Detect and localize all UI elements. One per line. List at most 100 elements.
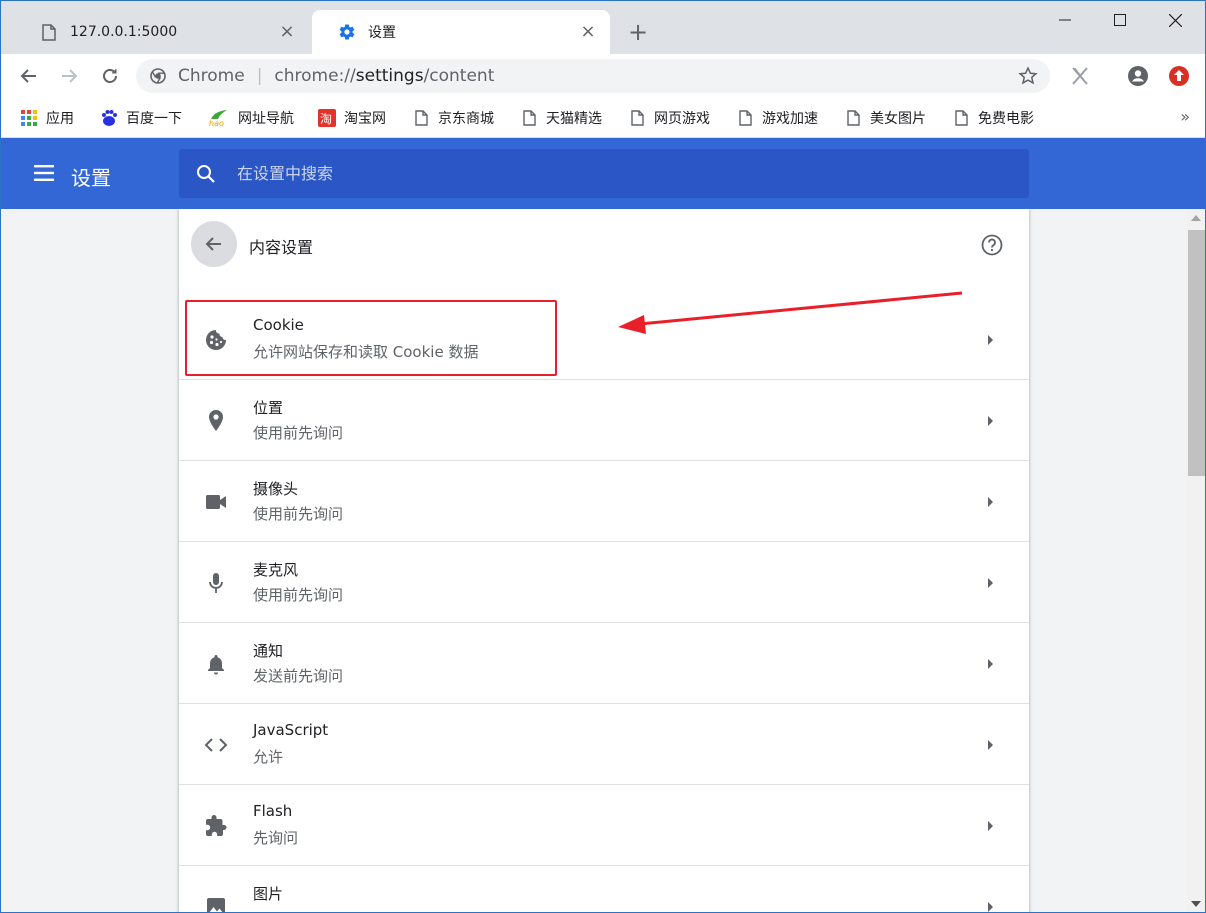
- bookmark-label: 百度一下: [126, 111, 182, 127]
- bookmark-label: 京东商城: [438, 111, 494, 127]
- apps-grid-icon: [20, 109, 38, 127]
- menu-icon[interactable]: [34, 165, 56, 183]
- setting-row-notifications[interactable]: 通知 发送前先询问: [179, 623, 1029, 704]
- help-icon[interactable]: [981, 234, 1003, 256]
- setting-title: Flash: [253, 802, 293, 820]
- back-arrow-icon[interactable]: [15, 62, 43, 90]
- url-text[interactable]: chrome://settings/content: [274, 66, 494, 86]
- page-title: 内容设置: [249, 238, 314, 257]
- forward-arrow-icon[interactable]: [55, 62, 83, 90]
- page-icon: [40, 23, 58, 41]
- arrow-right-icon: [985, 656, 995, 670]
- vertical-scrollbar[interactable]: [1187, 209, 1206, 913]
- browser-toolbar: Chrome | chrome://settings/content: [0, 54, 1206, 99]
- settings-content: 内容设置 Cookie 允许网站保存和读取 Cookie 数据 位置 使用前先询…: [0, 209, 1187, 913]
- back-button[interactable]: [191, 221, 237, 267]
- close-tab-icon[interactable]: ×: [580, 23, 596, 41]
- subpage-header: 内容设置: [179, 209, 1029, 279]
- tab-localhost[interactable]: 127.0.0.1:5000 ×: [14, 10, 309, 54]
- bookmark-label: 天猫精选: [546, 111, 602, 127]
- taobao-icon: 淘: [318, 109, 336, 127]
- gear-icon: [338, 23, 356, 41]
- bookmark-pictures[interactable]: 美女图片: [844, 108, 926, 128]
- svg-text:hao: hao: [209, 119, 224, 127]
- bookmark-apps[interactable]: 应用: [20, 108, 74, 128]
- search-input[interactable]: [235, 163, 939, 184]
- settings-header: 设置: [0, 138, 1206, 209]
- svg-text:淘: 淘: [320, 112, 332, 126]
- setting-row-images[interactable]: 图片: [179, 866, 1029, 913]
- tab-title: 127.0.0.1:5000: [70, 24, 178, 40]
- setting-row-camera[interactable]: 摄像头 使用前先询问: [179, 461, 1029, 542]
- location-pin-icon: [204, 409, 228, 433]
- annotation-highlight-box: [185, 300, 557, 376]
- tab-title: 设置: [368, 25, 396, 41]
- setting-row-location[interactable]: 位置 使用前先询问: [179, 380, 1029, 461]
- setting-title: 通知: [253, 642, 284, 660]
- bookmark-movies[interactable]: 免费电影: [952, 108, 1034, 128]
- hao123-icon: hao: [208, 109, 230, 127]
- setting-subtitle: 使用前先询问: [253, 424, 344, 442]
- baidu-icon: [100, 109, 118, 127]
- setting-row-javascript[interactable]: JavaScript 允许: [179, 704, 1029, 785]
- setting-title: 麦克风: [253, 561, 299, 579]
- omnibox-separator: |: [256, 66, 263, 86]
- page-icon: [844, 109, 862, 127]
- update-icon[interactable]: [1165, 62, 1193, 90]
- setting-subtitle: 使用前先询问: [253, 505, 344, 523]
- scroll-up-arrow-icon[interactable]: [1191, 215, 1201, 221]
- bookmarks-bar: 应用 百度一下 hao 网址导航 淘 淘宝网 京东商城 天猫精选 网页游戏 游戏…: [0, 99, 1206, 138]
- setting-subtitle: 使用前先询问: [253, 586, 344, 604]
- reload-icon[interactable]: [96, 62, 124, 90]
- bookmark-web-games[interactable]: 网页游戏: [628, 108, 710, 128]
- close-tab-icon[interactable]: ×: [279, 23, 295, 41]
- arrow-right-icon: [985, 494, 995, 508]
- arrow-right-icon: [985, 413, 995, 427]
- microphone-icon: [204, 571, 228, 595]
- maximize-icon[interactable]: [1097, 4, 1143, 36]
- bookmark-tmall[interactable]: 天猫精选: [520, 108, 602, 128]
- scrollbar-thumb[interactable]: [1188, 230, 1205, 476]
- settings-search[interactable]: [179, 149, 1029, 198]
- settings-list: Cookie 允许网站保存和读取 Cookie 数据 位置 使用前先询问 摄像头…: [179, 299, 1029, 913]
- arrow-right-icon: [985, 737, 995, 751]
- scroll-down-arrow-icon[interactable]: [1191, 901, 1201, 907]
- setting-subtitle: 允许: [253, 748, 284, 766]
- setting-row-microphone[interactable]: 麦克风 使用前先询问: [179, 542, 1029, 623]
- bookmark-taobao[interactable]: 淘 淘宝网: [318, 108, 386, 128]
- setting-title: 位置: [253, 399, 284, 417]
- setting-subtitle: 发送前先询问: [253, 667, 344, 685]
- tab-settings[interactable]: 设置 ×: [312, 10, 610, 54]
- arrow-right-icon: [985, 575, 995, 589]
- setting-title: JavaScript: [253, 721, 329, 739]
- arrow-right-icon: [985, 332, 995, 346]
- bookmark-star-icon[interactable]: [1018, 66, 1038, 86]
- arrow-right-icon: [985, 899, 995, 913]
- close-window-icon[interactable]: [1152, 4, 1198, 36]
- bookmark-jd[interactable]: 京东商城: [412, 108, 494, 128]
- chrome-logo-icon: [150, 68, 166, 84]
- profile-avatar-icon[interactable]: [1124, 62, 1152, 90]
- setting-title: 图片: [253, 885, 284, 903]
- bell-icon: [204, 652, 228, 676]
- setting-subtitle: 先询问: [253, 829, 299, 847]
- minimize-icon[interactable]: [1042, 4, 1088, 36]
- extension-x-icon[interactable]: [1066, 62, 1094, 90]
- chrome-label: Chrome: [178, 66, 245, 86]
- address-bar[interactable]: Chrome | chrome://settings/content: [136, 59, 1050, 93]
- bookmark-baidu[interactable]: 百度一下: [100, 108, 182, 128]
- bookmarks-overflow-button[interactable]: »: [1180, 107, 1190, 126]
- bookmark-label: 网页游戏: [654, 111, 710, 127]
- page-icon: [736, 109, 754, 127]
- setting-row-flash[interactable]: Flash 先询问: [179, 785, 1029, 866]
- puzzle-icon: [204, 814, 228, 838]
- page-icon: [520, 109, 538, 127]
- search-icon: [195, 163, 217, 185]
- bookmark-label: 美女图片: [870, 111, 926, 127]
- setting-title: 摄像头: [253, 480, 299, 498]
- bookmark-label: 免费电影: [978, 111, 1034, 127]
- bookmark-hao123[interactable]: hao 网址导航: [208, 108, 294, 128]
- bookmark-label: 应用: [46, 111, 74, 127]
- new-tab-button[interactable]: +: [624, 18, 652, 46]
- bookmark-game-boost[interactable]: 游戏加速: [736, 108, 818, 128]
